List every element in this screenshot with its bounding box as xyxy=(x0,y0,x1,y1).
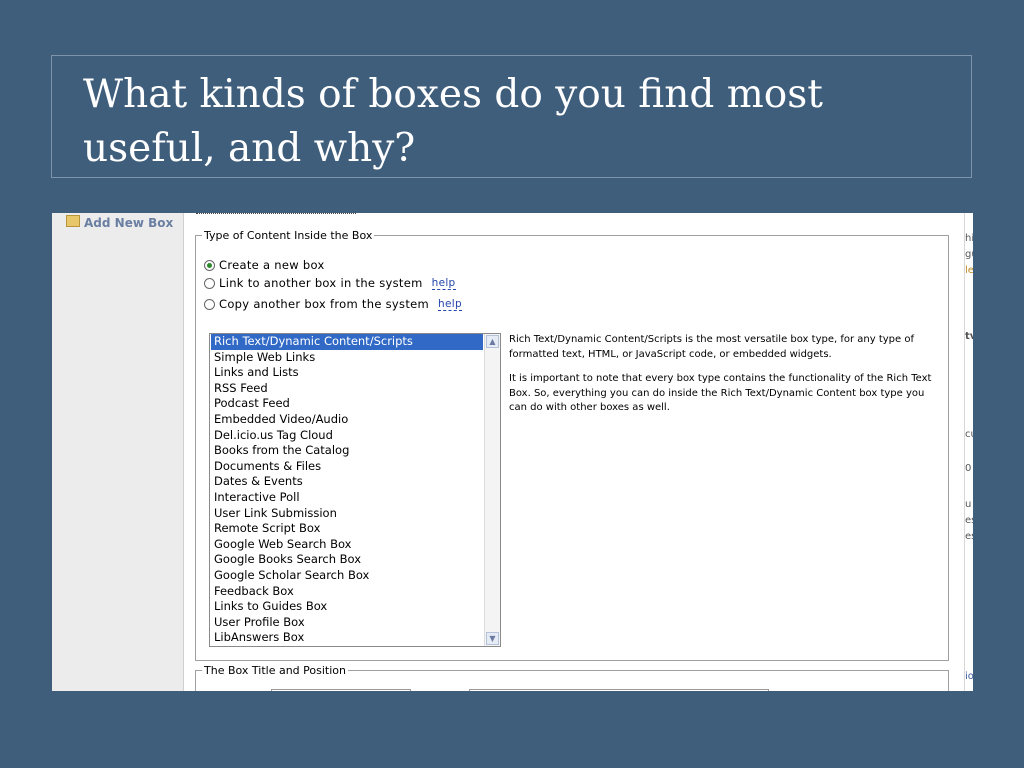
box-title-input-edge[interactable] xyxy=(271,689,411,691)
radio-label: Create a new box xyxy=(219,258,325,272)
radio-button[interactable] xyxy=(204,298,215,310)
box-type-option[interactable]: Links to Guides Box xyxy=(211,599,483,615)
clipped-text: 0 xyxy=(965,463,972,474)
radio-button[interactable] xyxy=(204,277,215,289)
add-new-box-link[interactable]: Add New Box xyxy=(66,215,174,230)
box-position-select-edge[interactable] xyxy=(469,689,769,691)
scroll-down-arrow-icon[interactable]: ▼ xyxy=(486,632,499,645)
description-paragraph: It is important to note that every box t… xyxy=(509,373,932,413)
box-type-option[interactable]: Interactive Poll xyxy=(211,490,483,506)
title-position-legend: The Box Title and Position xyxy=(204,664,346,677)
box-type-option[interactable]: Documents & Files xyxy=(211,459,483,475)
box-icon xyxy=(66,215,80,227)
clipped-text: u xyxy=(965,499,972,510)
help-link[interactable]: help xyxy=(438,298,462,311)
slide-title: What kinds of boxes do you find most use… xyxy=(83,72,823,171)
radio-label: Copy another box from the system xyxy=(219,297,430,311)
right-column-clipped: hi gu le tv cu 0 u es es io xyxy=(964,213,973,691)
box-type-option[interactable]: Remote Script Box xyxy=(211,521,483,537)
box-type-list: Rich Text/Dynamic Content/Scripts Simple … xyxy=(210,334,483,646)
clipped-text: es xyxy=(965,515,973,526)
clipped-text: hi xyxy=(965,233,973,244)
box-type-option[interactable]: LibAnswers Box xyxy=(211,630,483,646)
listbox-scrollbar[interactable]: ▲ ▼ xyxy=(484,334,500,646)
sidebar: Add New Box xyxy=(52,213,184,691)
box-type-option[interactable]: Rich Text/Dynamic Content/Scripts xyxy=(211,334,483,350)
box-type-option[interactable]: Google Scholar Search Box xyxy=(211,568,483,584)
box-type-option[interactable]: Del.icio.us Tag Cloud xyxy=(211,428,483,444)
box-type-option[interactable]: Links and Lists xyxy=(211,365,483,381)
slide-title-frame: What kinds of boxes do you find most use… xyxy=(51,55,972,178)
box-type-option[interactable]: Feedback Box xyxy=(211,584,483,600)
radio-link-existing[interactable]: Link to another box in the system help xyxy=(204,276,456,290)
box-type-option[interactable]: Embedded Video/Audio xyxy=(211,412,483,428)
box-type-option[interactable]: Google Books Search Box xyxy=(211,552,483,568)
box-type-option[interactable]: Google Web Search Box xyxy=(211,537,483,553)
radio-button-checked[interactable] xyxy=(204,259,215,271)
box-type-option[interactable]: RSS Feed xyxy=(211,381,483,397)
title-position-group: The Box Title and Position xyxy=(195,664,949,691)
content-type-legend: Type of Content Inside the Box xyxy=(204,229,373,242)
box-type-option[interactable]: Dates & Events xyxy=(211,474,483,490)
radio-label: Link to another box in the system xyxy=(219,276,423,290)
clipped-text: le xyxy=(965,265,973,276)
box-type-option[interactable]: Books from the Catalog xyxy=(211,443,483,459)
clipped-text: gu xyxy=(965,249,973,260)
scroll-up-arrow-icon[interactable]: ▲ xyxy=(486,335,499,348)
help-link[interactable]: help xyxy=(431,277,456,290)
radio-create-new[interactable]: Create a new box xyxy=(204,258,325,272)
screenshot-panel: Add New Box Type of Content Inside the B… xyxy=(52,213,973,691)
box-type-option[interactable]: User Profile Box xyxy=(211,615,483,631)
radio-copy-existing[interactable]: Copy another box from the system help xyxy=(204,297,462,311)
add-new-box-label: Add New Box xyxy=(84,216,174,230)
clipped-field-edge xyxy=(196,213,356,214)
main-form: Type of Content Inside the Box Create a … xyxy=(184,213,964,691)
clipped-text: tv xyxy=(965,331,973,342)
clipped-text: cu xyxy=(965,429,973,440)
clipped-text: es xyxy=(965,531,973,542)
box-type-option[interactable]: Simple Web Links xyxy=(211,350,483,366)
box-type-option[interactable]: Podcast Feed xyxy=(211,396,483,412)
description-paragraph: Rich Text/Dynamic Content/Scripts is the… xyxy=(509,334,914,360)
box-type-description: Rich Text/Dynamic Content/Scripts is the… xyxy=(509,333,934,426)
clipped-text: io xyxy=(965,671,973,682)
box-type-listbox[interactable]: Rich Text/Dynamic Content/Scripts Simple … xyxy=(209,333,501,647)
box-type-option[interactable]: User Link Submission xyxy=(211,506,483,522)
